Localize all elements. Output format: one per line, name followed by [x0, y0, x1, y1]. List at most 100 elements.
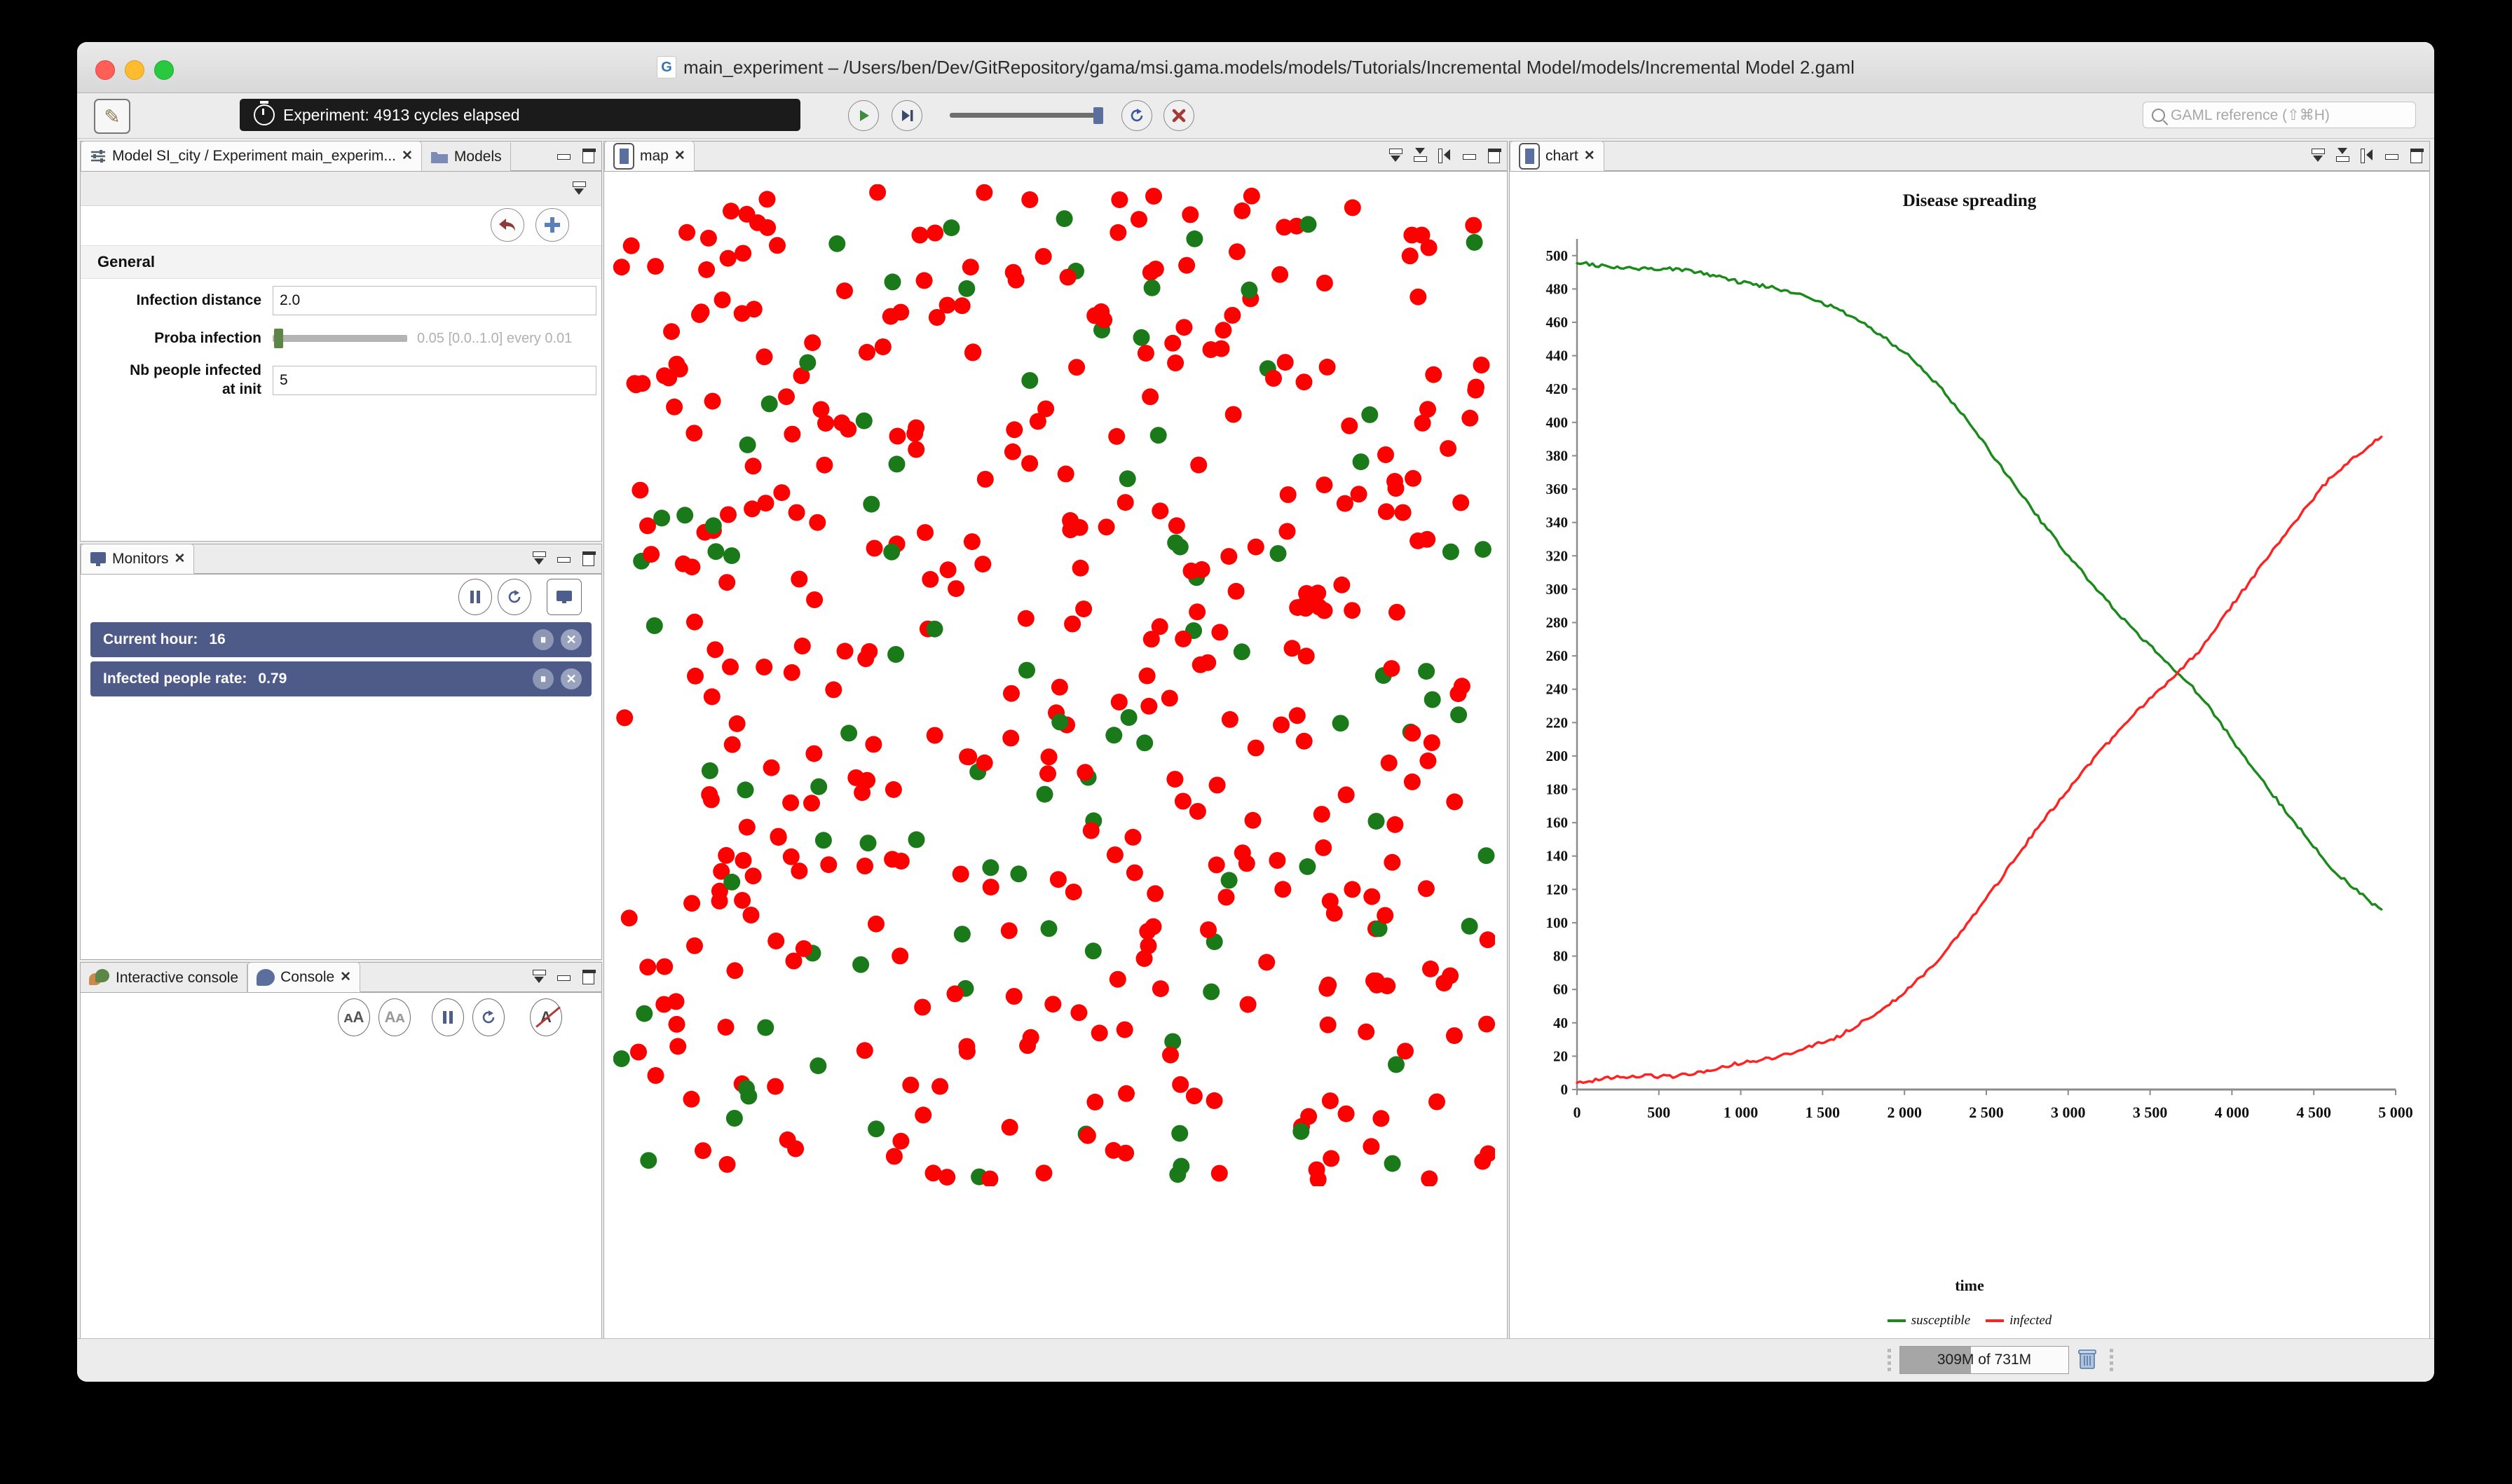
agent-dot [1323, 1150, 1340, 1167]
expand-view-icon[interactable] [1412, 148, 1427, 163]
pause-icon[interactable]: ⏸ [533, 668, 554, 689]
agent-dot [1417, 880, 1435, 898]
heap-monitor[interactable]: 309M of 731M [1899, 1346, 2069, 1374]
agent-dot [1258, 954, 1276, 971]
pause-icon[interactable] [432, 998, 464, 1036]
pause-icon[interactable]: ⏸ [533, 629, 554, 650]
agent-dot [1386, 816, 1404, 833]
speed-slider-knob[interactable] [1093, 107, 1103, 124]
map-canvas[interactable] [604, 172, 1507, 1338]
chart-body[interactable]: Disease spreading 0 20 40 60 80 100 120 140 160 1… [1510, 172, 2429, 1338]
agent-dot [707, 543, 725, 561]
maximize-view-icon[interactable] [1486, 148, 1501, 163]
collapse-view-icon[interactable] [1388, 148, 1402, 163]
tab-monitors[interactable]: Monitors ✕ [81, 544, 195, 574]
agent-dot [640, 1152, 657, 1169]
tab-models[interactable]: Models [421, 142, 511, 171]
pause-icon[interactable] [458, 579, 492, 615]
agent-dot [847, 769, 865, 786]
agent-dot [1021, 191, 1039, 208]
detach-view-icon[interactable] [1437, 148, 1452, 163]
maximize-view-icon[interactable] [2408, 148, 2424, 163]
monitor-row-current-hour[interactable]: Current hour: 16 ⏸ ✕ [90, 622, 592, 657]
agent-dot [683, 1090, 700, 1108]
maximize-view-icon[interactable] [580, 148, 596, 163]
agent-dot [1189, 603, 1206, 621]
step-forward-icon[interactable] [892, 100, 922, 131]
play-icon[interactable] [848, 100, 879, 131]
search-input[interactable]: GAML reference (⇧⌘H) [2143, 102, 2416, 128]
close-icon[interactable]: ✕ [175, 551, 186, 567]
close-icon[interactable]: ✕ [402, 148, 413, 164]
tab-experiment-parameters[interactable]: Model SI_city / Experiment main_experim.… [81, 141, 422, 171]
agent-dot [799, 354, 817, 371]
collapse-view-icon[interactable] [531, 551, 546, 565]
close-icon[interactable]: ✕ [561, 668, 582, 689]
agent-dot [1273, 716, 1290, 734]
close-icon[interactable]: ✕ [1584, 148, 1595, 164]
minimize-view-icon[interactable] [1461, 148, 1476, 163]
reload-icon[interactable] [1121, 100, 1152, 131]
close-icon[interactable]: ✕ [674, 148, 685, 164]
y-tick-label: 400 [1546, 414, 1569, 431]
agent-dot [1405, 469, 1422, 487]
agent-dot [745, 301, 763, 318]
expand-view-icon[interactable] [2335, 148, 2349, 163]
collapse-view-icon[interactable] [531, 969, 546, 984]
agent-dot [687, 667, 704, 685]
infection-distance-input[interactable]: 2.0 [273, 286, 596, 315]
proba-infection-slider[interactable] [273, 329, 407, 349]
monitor-row-infected-rate[interactable]: Infected people rate: 0.79 ⏸ ✕ [90, 661, 592, 696]
x-tick-label: 3 000 [2051, 1104, 2086, 1121]
agent-dot [1001, 1118, 1018, 1136]
agent-dot [718, 846, 735, 864]
minimize-view-icon[interactable] [556, 551, 571, 565]
tab-console[interactable]: Console ✕ [247, 962, 361, 992]
agent-dot [1295, 732, 1313, 750]
agent-dot [806, 591, 824, 608]
map-tabbar: map ✕ [604, 141, 1507, 172]
agent-dot [1051, 678, 1068, 696]
plus-icon[interactable] [535, 208, 569, 242]
maximize-view-icon[interactable] [580, 969, 596, 984]
trash-icon[interactable] [2073, 1346, 2101, 1373]
agent-dot [883, 543, 901, 561]
agent-dot [825, 681, 842, 699]
tab-interactive-console[interactable]: Interactive console [81, 963, 248, 992]
speed-slider[interactable] [950, 107, 1103, 124]
increase-font-icon[interactable]: ᴀA [338, 998, 370, 1036]
display-icon[interactable] [547, 579, 582, 615]
agent-dot [1035, 248, 1052, 265]
minimize-view-icon[interactable] [556, 969, 571, 984]
tab-chart[interactable]: chart ✕ [1510, 141, 1604, 171]
agent-dot [884, 273, 901, 291]
collapse-all-icon[interactable] [571, 181, 586, 195]
refresh-icon[interactable] [498, 579, 531, 615]
refresh-icon[interactable] [472, 998, 505, 1036]
stop-close-icon[interactable] [1163, 100, 1194, 131]
agent-dot [1086, 307, 1104, 324]
minimize-view-icon[interactable] [2384, 148, 2398, 163]
param-row-infection-distance: Infection distance 2.0 [81, 279, 601, 322]
agent-dot [1021, 372, 1039, 389]
pencil-edit-icon[interactable] [94, 99, 130, 134]
clear-text-icon[interactable]: A [530, 998, 562, 1036]
tab-map[interactable]: map ✕ [604, 141, 695, 171]
map-body[interactable] [604, 172, 1507, 1338]
chat-bubbles-icon [89, 968, 110, 987]
revert-arrow-icon[interactable] [491, 208, 524, 242]
maximize-view-icon[interactable] [580, 551, 596, 566]
agent-dot [785, 952, 803, 970]
detach-view-icon[interactable] [2359, 148, 2374, 163]
decrease-font-icon[interactable]: Aᴀ [378, 998, 411, 1036]
minimize-view-icon[interactable] [556, 148, 571, 163]
close-icon[interactable]: ✕ [340, 969, 351, 985]
collapse-view-icon[interactable] [2310, 148, 2325, 163]
close-icon[interactable]: ✕ [561, 629, 582, 650]
agent-dot [1189, 803, 1206, 820]
proba-infection-slider-knob[interactable] [274, 329, 283, 349]
nb-infected-init-input[interactable]: 5 [273, 365, 596, 395]
agent-dot [1446, 1027, 1463, 1045]
agent-dot [1318, 358, 1336, 376]
agent-dot [728, 715, 746, 732]
